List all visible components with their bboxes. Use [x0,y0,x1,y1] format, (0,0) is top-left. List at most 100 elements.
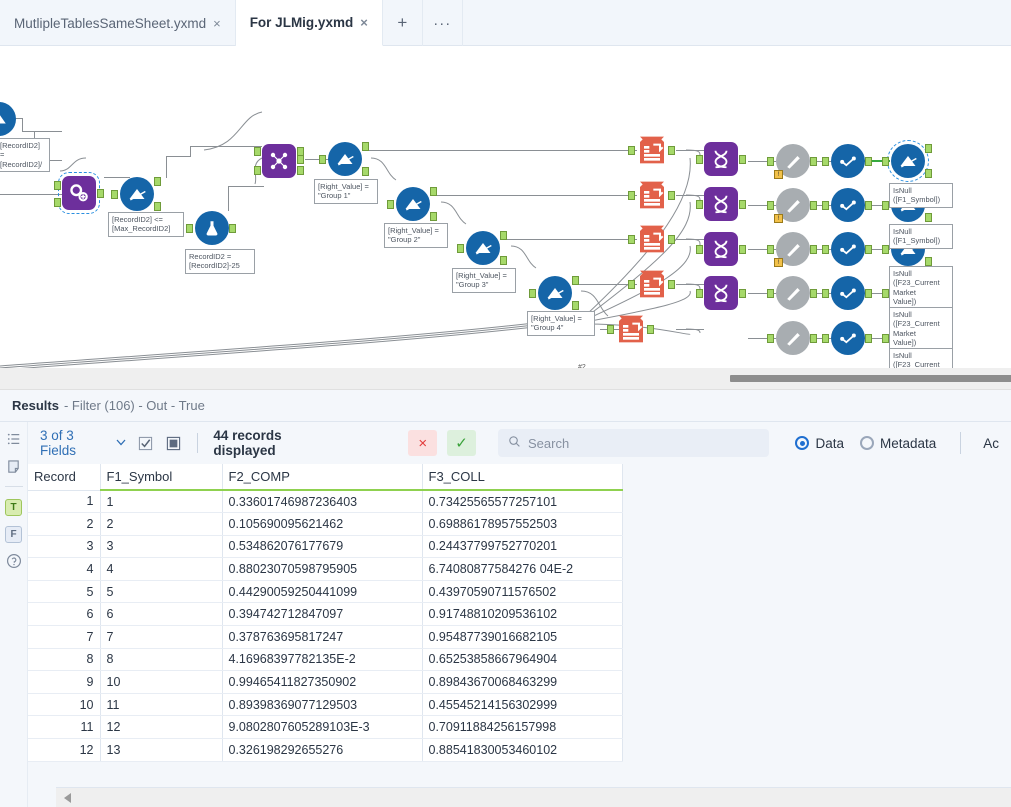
input-port[interactable] [387,200,394,209]
node-dynamic-rename-3[interactable] [704,232,738,266]
table-row[interactable]: 110.336017469872364030.73425565577257101 [28,490,622,513]
confirm-button[interactable]: ✓ [447,430,476,456]
node-transpose-3[interactable] [636,223,668,260]
radio-data[interactable]: Data [795,436,844,451]
actions-menu[interactable]: Ac [983,436,999,451]
input-port[interactable] [54,198,61,207]
output-port[interactable] [810,157,817,166]
output-port-false[interactable] [154,202,161,211]
output-port[interactable] [297,155,304,164]
search-input-wrapper[interactable] [498,429,769,457]
input-port[interactable] [696,200,703,209]
new-tab-button[interactable]: + [383,0,423,46]
table-row[interactable]: 440.880230705987959056.74080877584276 04… [28,558,622,581]
output-port-true[interactable] [925,144,932,153]
input-port[interactable] [628,146,635,155]
node-dynamic-rename-1[interactable] [704,142,738,176]
input-port[interactable] [628,280,635,289]
input-port[interactable] [111,190,118,199]
output-port-false[interactable] [430,212,437,221]
cell-record[interactable]: 2 [28,513,100,536]
cell-record[interactable]: 12 [28,739,100,762]
output-port-true[interactable] [362,142,369,151]
cell-value[interactable]: 0.33601746987236403 [222,490,422,513]
cell-value[interactable]: 0.70911884256157998 [422,716,622,739]
input-port[interactable] [882,289,889,298]
cell-value[interactable]: 10 [100,671,222,694]
grid-horizontal-scrollbar[interactable] [56,787,1011,807]
true-filter-icon[interactable]: T [5,498,23,516]
node-data-cleanse-2[interactable] [831,188,865,222]
node-formula[interactable] [195,211,229,245]
cell-value[interactable]: 2 [100,513,222,536]
cell-record[interactable]: 3 [28,535,100,558]
input-port[interactable] [696,245,703,254]
table-row[interactable]: 884.16968397782135E-20.65253858667964904 [28,648,622,671]
search-input[interactable] [528,436,759,451]
output-port-false[interactable] [572,301,579,310]
output-port[interactable] [810,334,817,343]
cell-value[interactable]: 0.99465411827350902 [222,671,422,694]
input-port[interactable] [254,166,261,175]
node-filter-group1[interactable] [328,142,362,176]
cell-value[interactable]: 0.326198292655276 [222,739,422,762]
list-icon[interactable] [5,430,23,448]
scroll-left-arrow-icon[interactable] [64,793,71,803]
cell-value[interactable]: 0.534862076177679 [222,535,422,558]
input-port[interactable] [767,245,774,254]
input-port[interactable] [882,334,889,343]
output-port[interactable] [865,157,872,166]
output-port[interactable] [810,245,817,254]
table-row[interactable]: 330.5348620761776790.24437799752770201 [28,535,622,558]
select-all-fields-icon[interactable] [136,434,154,453]
cell-value[interactable]: 12 [100,716,222,739]
cell-value[interactable]: 13 [100,739,222,762]
workflow-canvas[interactable]: #2 [0,46,1011,368]
output-port[interactable] [810,201,817,210]
tab-close-icon[interactable]: × [213,17,221,30]
table-row[interactable]: 550.442900592504410990.43970590711576502 [28,580,622,603]
node-dynamic-rename-2[interactable] [704,187,738,221]
output-port[interactable] [865,289,872,298]
cancel-button[interactable]: × [408,430,437,456]
page-icon[interactable] [5,457,23,475]
cell-value[interactable]: 9.0802807605289103E-3 [222,716,422,739]
output-port[interactable] [297,166,304,175]
node-transpose-4[interactable] [636,268,668,305]
cell-value[interactable]: 6 [100,603,222,626]
output-port-false[interactable] [925,169,932,178]
cell-value[interactable]: 0.45545214156302999 [422,693,622,716]
column-header-record[interactable]: Record [28,464,100,490]
cell-record[interactable]: 1 [28,490,100,513]
cell-value[interactable]: 7 [100,626,222,649]
input-port[interactable] [822,289,829,298]
node-data-cleanse-3[interactable] [831,232,865,266]
output-port[interactable] [865,245,872,254]
table-row[interactable]: 9100.994654118273509020.8984367006846329… [28,671,622,694]
results-grid-wrapper[interactable]: Record F1_Symbol F2_COMP F3_COLL 110.336… [28,464,1011,807]
node-select-5[interactable] [776,321,810,355]
cell-value[interactable]: 0.44290059250441099 [222,580,422,603]
output-port[interactable] [865,334,872,343]
cell-record[interactable]: 8 [28,648,100,671]
output-port[interactable] [229,224,236,233]
table-row[interactable]: 220.1056900956214620.69886178957552503 [28,513,622,536]
table-row[interactable]: 12130.3261982926552760.88541830053460102 [28,739,622,762]
tab-close-icon[interactable]: × [360,16,368,29]
table-row[interactable]: 11129.0802807605289103E-30.7091188425615… [28,716,622,739]
node-macro-gear[interactable] [62,176,96,210]
node-filter-group4[interactable] [538,276,572,310]
input-port[interactable] [628,235,635,244]
node-data-cleanse-4[interactable] [831,276,865,310]
input-port[interactable] [628,191,635,200]
cell-value[interactable]: 0.378763695817247 [222,626,422,649]
output-port-true[interactable] [430,187,437,196]
node-transpose-5[interactable] [615,313,647,350]
cell-value[interactable]: 0.91748810209536102 [422,603,622,626]
input-port[interactable] [54,181,61,190]
output-port-true[interactable] [572,276,579,285]
cell-value[interactable]: 0.88541830053460102 [422,739,622,762]
input-port[interactable] [822,157,829,166]
cell-value[interactable]: 0.73425565577257101 [422,490,622,513]
input-port[interactable] [767,334,774,343]
